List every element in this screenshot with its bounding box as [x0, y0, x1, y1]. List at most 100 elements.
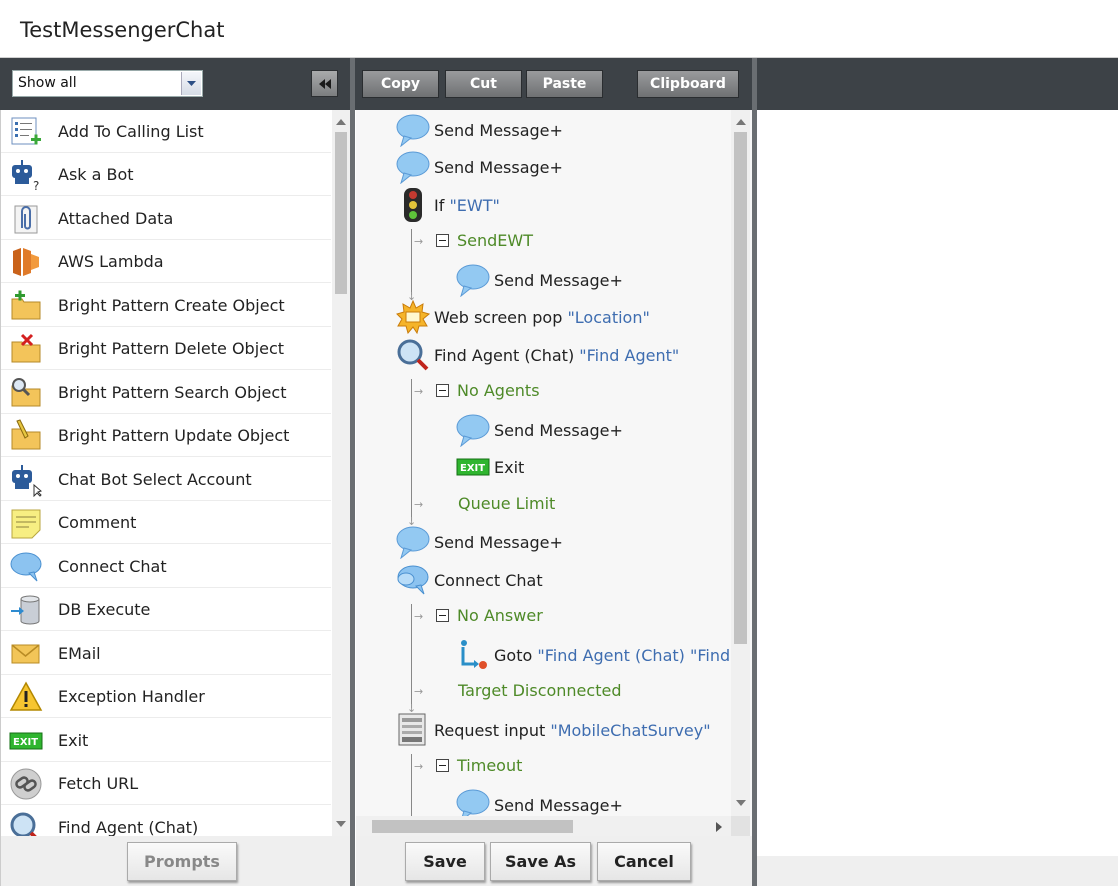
palette-item-label: Fetch URL	[58, 774, 139, 793]
svg-text:EXIT: EXIT	[460, 463, 485, 474]
goto-icon	[461, 640, 487, 669]
palette-item[interactable]: Find Agent (Chat)	[1, 806, 331, 836]
exit-icon: EXIT	[456, 458, 490, 476]
palette-footer: Prompts	[0, 836, 350, 886]
flow-step-param: "MobileChatSurvey"	[550, 721, 711, 740]
palette-item[interactable]: Bright Pattern Delete Object	[1, 327, 331, 370]
left-splitter[interactable]	[350, 58, 355, 886]
chat-bubble-icon	[396, 114, 430, 147]
block-palette: Add To Calling List ? Ask a Bot Attached…	[0, 110, 350, 836]
copy-button[interactable]: Copy	[362, 70, 439, 98]
flow-step-param: "Find Agent"	[579, 346, 680, 365]
flow-hscroll-thumb[interactable]	[372, 820, 573, 833]
properties-footer	[757, 856, 1118, 886]
collapse-icon[interactable]	[436, 759, 449, 772]
svg-text:?: ?	[33, 179, 39, 192]
flow-branch-label: Target Disconnected	[458, 681, 622, 700]
scroll-up-icon[interactable]	[736, 118, 746, 125]
chat-bubbles-icon	[397, 565, 429, 595]
flow-branch-label: Timeout	[457, 756, 523, 775]
flow-step-label: Send Message+	[434, 121, 563, 140]
palette-item[interactable]: Bright Pattern Search Object	[1, 371, 331, 414]
palette-item[interactable]: Bright Pattern Create Object	[1, 284, 331, 327]
save-as-button[interactable]: Save As	[490, 842, 591, 881]
palette-item[interactable]: Fetch URL	[1, 762, 331, 805]
chat-bubbles-icon	[10, 552, 42, 582]
title-bar: TestMessengerChat	[0, 0, 1118, 58]
collapse-icon[interactable]	[436, 609, 449, 622]
palette-item[interactable]: Add To Calling List	[1, 110, 331, 153]
palette-item[interactable]: DB Execute	[1, 588, 331, 631]
flow-editor: Send Message+ Send Message+ If "EWT" → S…	[356, 110, 752, 836]
flow-branch[interactable]: Timeout	[436, 756, 522, 775]
flow-step-param: "EWT"	[449, 196, 500, 215]
arrow-right-icon: →	[414, 235, 424, 248]
palette-scrollbar[interactable]	[332, 110, 350, 836]
flow-scrollbar-thumb[interactable]	[734, 132, 747, 644]
prompts-button[interactable]: Prompts	[127, 842, 237, 881]
palette-item[interactable]: Comment	[1, 501, 331, 544]
palette-item[interactable]: Exception Handler	[1, 675, 331, 718]
folder-search-icon	[11, 378, 41, 407]
flow-step-param: "Find Agent (Chat) "Find A	[537, 646, 747, 665]
flow-branch[interactable]: Queue Limit	[458, 494, 555, 513]
palette-item[interactable]: AWS Lambda	[1, 240, 331, 283]
collapse-palette-button[interactable]	[311, 70, 338, 97]
collapse-icon[interactable]	[436, 384, 449, 397]
flow-step-label: Find Agent (Chat)	[434, 346, 580, 365]
scroll-up-icon[interactable]	[336, 118, 346, 125]
paste-button[interactable]: Paste	[526, 70, 603, 98]
palette-item[interactable]: EMail	[1, 632, 331, 675]
flow-branch[interactable]: SendEWT	[436, 231, 533, 250]
connector-line	[411, 379, 412, 521]
flow-step-label: Send Message+	[434, 533, 563, 552]
flow-branch-label: No Agents	[457, 381, 540, 400]
palette-item-label: Exception Handler	[58, 687, 205, 706]
flow-step-param: "Location"	[567, 308, 650, 327]
palette-item[interactable]: Bright Pattern Update Object	[1, 414, 331, 457]
paperclip-icon	[14, 205, 38, 234]
bot-cursor-icon	[12, 465, 42, 497]
collapse-icon[interactable]	[436, 234, 449, 247]
save-button[interactable]: Save	[405, 842, 485, 881]
connector-line	[411, 229, 412, 295]
flow-branch-label: Queue Limit	[458, 494, 556, 513]
flow-footer: Save Save As Cancel	[356, 836, 752, 886]
palette-item[interactable]: Connect Chat	[1, 545, 331, 588]
flow-step-label: Send Message+	[494, 796, 623, 815]
traffic-light-icon	[404, 188, 422, 222]
palette-item-label: Bright Pattern Create Object	[58, 296, 285, 315]
clipboard-button[interactable]: Clipboard	[637, 70, 739, 98]
palette-item[interactable]: Attached Data	[1, 197, 331, 240]
scroll-down-icon[interactable]	[736, 800, 746, 807]
palette-item[interactable]: EXIT Exit	[1, 719, 331, 762]
palette-item-label: Attached Data	[58, 209, 174, 228]
database-icon	[11, 595, 40, 625]
flow-step-label: If	[434, 196, 450, 215]
chevron-down-icon[interactable]	[181, 72, 201, 95]
envelope-icon	[11, 644, 40, 664]
scroll-right-icon[interactable]	[716, 822, 723, 832]
palette-filter-select[interactable]: Show all	[12, 70, 203, 97]
palette-item-label: Bright Pattern Update Object	[58, 426, 290, 445]
palette-item[interactable]: Chat Bot Select Account	[1, 458, 331, 501]
app-title: TestMessengerChat	[20, 18, 225, 42]
flow-scrollbar-horizontal[interactable]	[356, 816, 731, 836]
cancel-button[interactable]: Cancel	[597, 842, 691, 881]
folder-add-icon	[11, 290, 41, 320]
palette-scrollbar-thumb[interactable]	[335, 132, 347, 294]
scroll-down-icon[interactable]	[336, 821, 346, 828]
warning-icon	[9, 681, 43, 711]
flow-branch-label: No Answer	[457, 606, 543, 625]
flow-branch[interactable]: No Answer	[436, 606, 543, 625]
palette-item[interactable]: ? Ask a Bot	[1, 153, 331, 196]
flow-scrollbar-vertical[interactable]	[731, 110, 750, 816]
flow-branch[interactable]: Target Disconnected	[458, 681, 621, 700]
cut-button[interactable]: Cut	[445, 70, 522, 98]
flow-step-label: Connect Chat	[434, 571, 543, 590]
palette-item-label: EMail	[58, 644, 101, 663]
flow-branch[interactable]: No Agents	[436, 381, 540, 400]
flow-step-label: Send Message+	[494, 271, 623, 290]
magnifier-icon	[10, 812, 37, 836]
flow-branch-label: SendEWT	[457, 231, 533, 250]
